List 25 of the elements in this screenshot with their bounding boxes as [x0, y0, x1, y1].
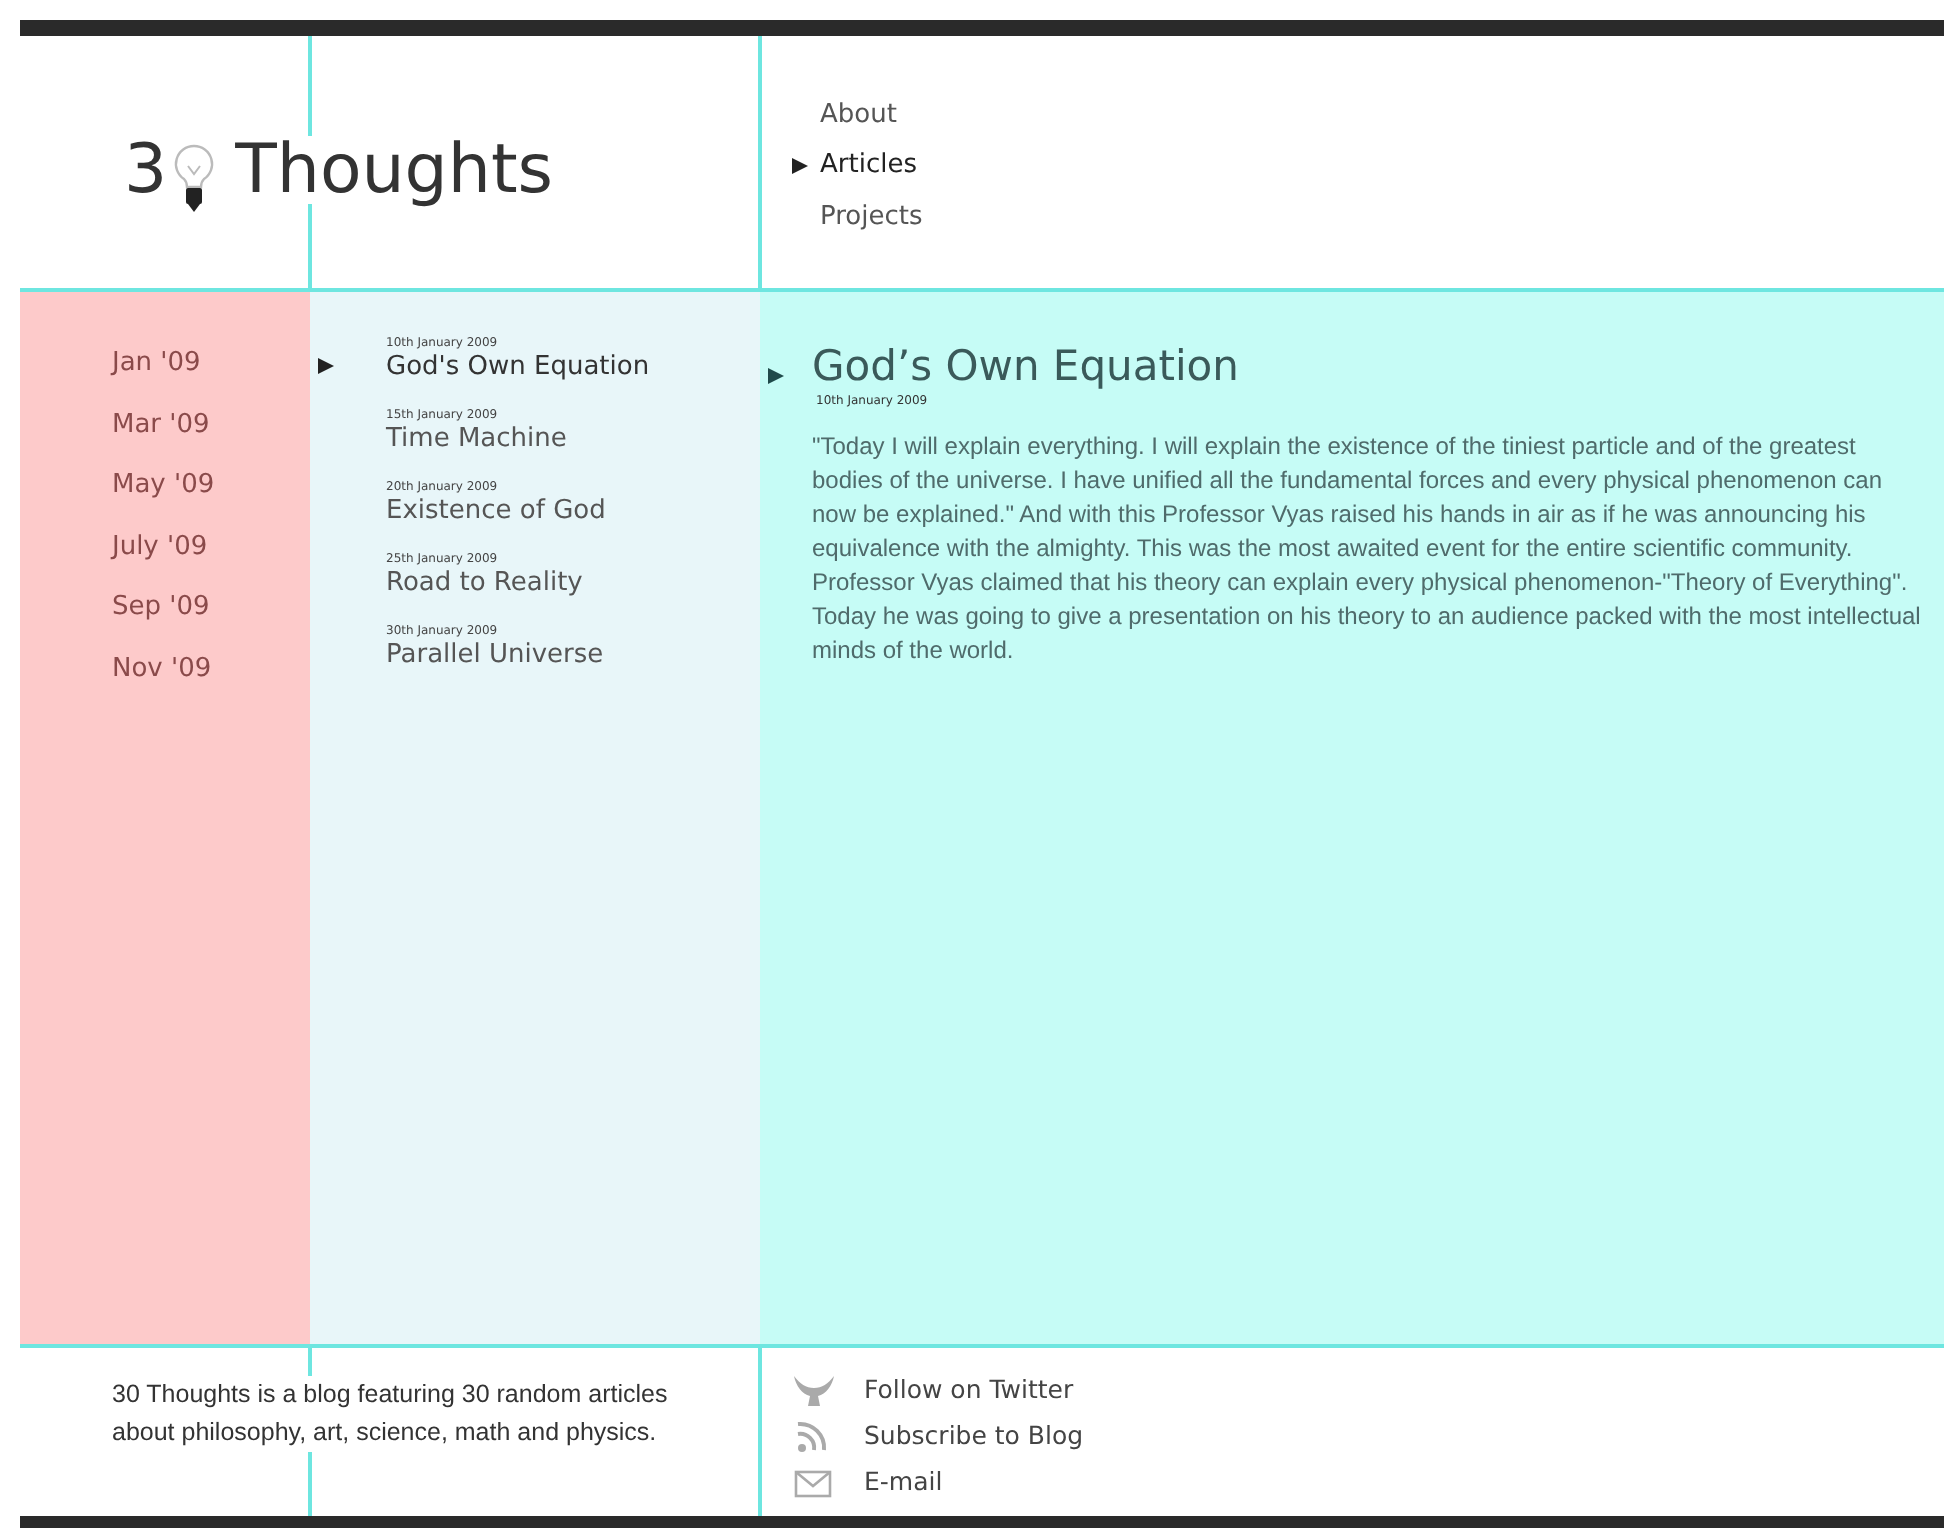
nav-link[interactable]: Projects: [820, 197, 923, 237]
pointer-icon: [792, 158, 808, 174]
footer-link[interactable]: Subscribe to Blog: [864, 1417, 1084, 1455]
archive-link[interactable]: Mar '09: [112, 405, 210, 444]
logo-text: 3: [124, 136, 168, 204]
post-body: "Today I will explain everything. I will explain the existence of the tiniest particle and of the greatest bodies of the universe. I have unified all the fundamental forces and every physical phenomenon can now be explained." And with this Professor Vyas raised his hands in air as if he was announcing his equivalence with the almighty. This was the most awaited event for the entire scientific community. Professor Vyas claimed that his theory can explain every physical phenomenon-"Theory of Everything". Today he was going to give a presentation on his theory to an audience packed with the most intellectual minds of the world.: [812, 430, 1923, 669]
nav-link[interactable]: About: [820, 95, 897, 135]
article-link[interactable]: God's Own Equation: [386, 352, 650, 384]
archive-link[interactable]: May '09: [112, 466, 215, 505]
article-link[interactable]: Time Machine: [386, 424, 567, 456]
article-link[interactable]: Parallel Universe: [386, 640, 604, 672]
archive-link[interactable]: Nov '09: [112, 649, 212, 688]
article-link[interactable]: Road to Reality: [386, 568, 583, 600]
article-link[interactable]: Existence of God: [386, 496, 606, 528]
archive-link[interactable]: July '09: [112, 527, 208, 566]
nav-link[interactable]: Articles: [820, 146, 917, 186]
pointer-icon: [768, 368, 784, 384]
pointer-icon: [318, 358, 334, 374]
bird-icon: [792, 1372, 836, 1409]
archive-link[interactable]: Sep '09: [112, 588, 210, 627]
post-title: God’s Own Equation: [812, 340, 1241, 393]
footer-link[interactable]: E-mail: [864, 1463, 943, 1501]
archive-link[interactable]: Jan '09: [112, 344, 201, 383]
logo-text: Thoughts: [235, 136, 553, 204]
footer-link[interactable]: Follow on Twitter: [864, 1372, 1074, 1410]
